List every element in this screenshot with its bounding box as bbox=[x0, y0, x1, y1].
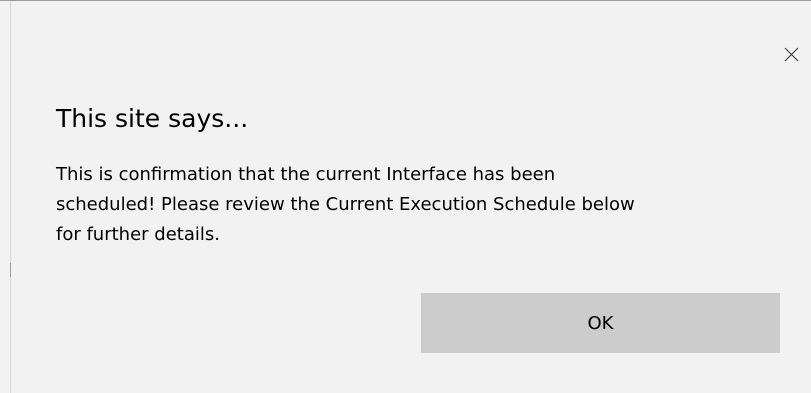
window-left-edge bbox=[10, 1, 11, 393]
dialog-message: This is confirmation that the current In… bbox=[56, 160, 786, 250]
dialog-message-line: for further details. bbox=[56, 224, 220, 245]
dialog-title: This site says... bbox=[56, 104, 249, 133]
alert-dialog: This site says... This is confirmation t… bbox=[0, 0, 811, 393]
close-icon bbox=[784, 47, 798, 61]
window-edge-mark bbox=[10, 263, 11, 277]
ok-button[interactable]: OK bbox=[421, 293, 780, 353]
close-button[interactable] bbox=[777, 37, 805, 71]
dialog-message-line: scheduled! Please review the Current Exe… bbox=[56, 194, 635, 215]
dialog-message-line: This is confirmation that the current In… bbox=[56, 164, 556, 185]
